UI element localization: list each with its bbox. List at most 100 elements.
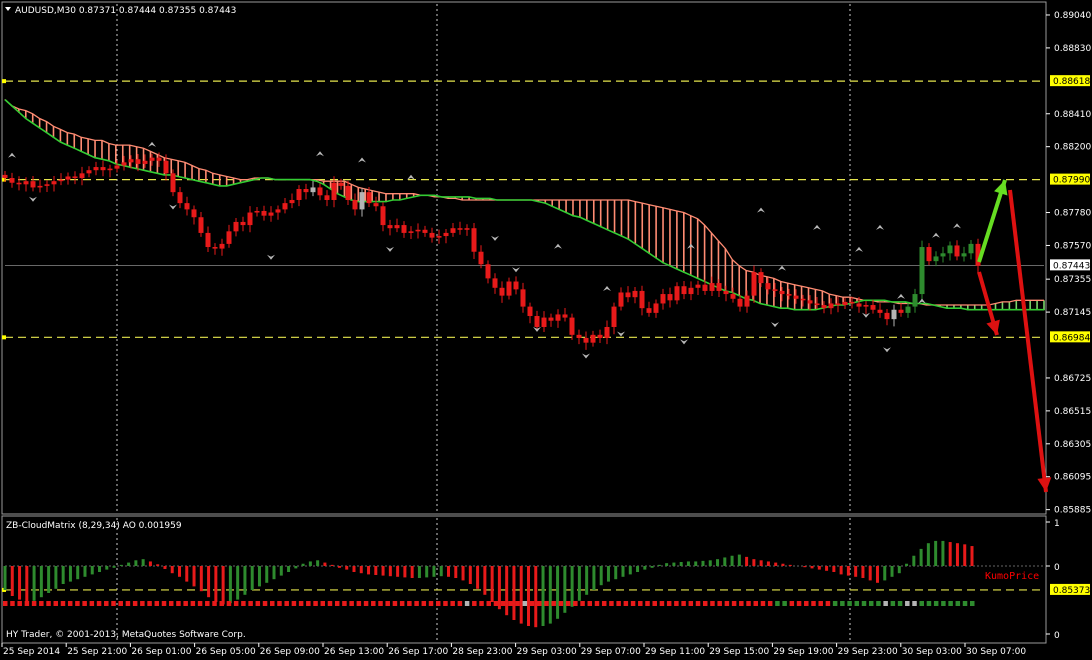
- time-tick-label: 25 Sep 2014: [3, 647, 60, 657]
- kumo-state-dot: [962, 601, 968, 606]
- candle-body: [268, 212, 274, 216]
- kumo-state-dot: [277, 601, 282, 606]
- candle-body: [877, 309, 883, 313]
- kumo-state-dot: [472, 601, 477, 606]
- candle-body: [590, 334, 596, 343]
- kumo-state-dot: [140, 601, 145, 606]
- candle-body: [422, 229, 428, 233]
- kumo-state-dot: [825, 601, 831, 606]
- candle-body: [485, 264, 491, 279]
- kumo-state-dot: [75, 601, 80, 606]
- candle-body: [100, 167, 106, 171]
- kumo-state-dot: [544, 601, 549, 606]
- kumo-state-dot: [970, 601, 975, 606]
- candle-body: [2, 174, 8, 179]
- candle-body: [646, 308, 652, 313]
- kumo-state-dot: [702, 601, 708, 606]
- candle-body: [331, 182, 337, 200]
- kumo-state-dot: [933, 601, 939, 606]
- kumo-state-dot: [897, 601, 903, 606]
- level-price-label: 0.87990: [1053, 176, 1090, 186]
- candle-body: [205, 232, 211, 248]
- candle-body: [618, 292, 624, 307]
- candle-body: [954, 245, 960, 257]
- candle-body: [667, 294, 673, 301]
- kumo-state-dot: [428, 601, 434, 606]
- kumo-state-dot: [753, 601, 759, 606]
- level-price-label: 0.88618: [1053, 77, 1090, 87]
- candle-body: [751, 272, 757, 296]
- candle-body: [44, 184, 50, 186]
- candle-body: [814, 303, 820, 306]
- kumo-state-dot: [183, 601, 188, 606]
- kumo-state-dot: [233, 601, 239, 606]
- time-tick-label: 25 Sep 21:00: [67, 647, 127, 657]
- candle-body: [156, 157, 162, 161]
- candle-body: [121, 162, 127, 166]
- candle-body: [9, 178, 15, 183]
- candle-body: [289, 199, 295, 204]
- level-handle-0: [2, 79, 6, 84]
- kumo-state-dot: [486, 601, 491, 606]
- candle-body: [891, 309, 897, 320]
- kumo-state-dot: [529, 601, 535, 606]
- kumo-state-dot: [601, 601, 607, 606]
- kumo-state-dot: [371, 601, 376, 606]
- candle-body: [926, 247, 932, 262]
- price-tick-label: 0.87780: [1054, 209, 1091, 219]
- kumo-state-dot: [551, 601, 556, 606]
- kumo-state-dot: [674, 601, 679, 606]
- candle-body: [898, 309, 904, 313]
- candle-body: [219, 243, 225, 249]
- candle-body: [856, 303, 862, 307]
- candle-body: [940, 253, 946, 257]
- candle-body: [415, 229, 421, 232]
- candle-body: [912, 294, 918, 307]
- price-tick-label: 0.86515: [1054, 407, 1091, 417]
- candle-body: [828, 303, 834, 309]
- kumo-state-dot: [493, 601, 499, 606]
- candle-body: [870, 305, 876, 310]
- candle-body: [723, 290, 729, 295]
- candle-body: [562, 314, 568, 318]
- candle-body: [681, 286, 687, 295]
- kumo-state-dot: [421, 601, 427, 606]
- kumo-state-dot: [861, 601, 867, 606]
- candle-body: [730, 294, 736, 299]
- candle-body: [513, 281, 519, 290]
- candle-body: [478, 251, 484, 265]
- candle-body: [387, 225, 393, 229]
- candle-body: [79, 173, 85, 179]
- kumo-state-dot: [154, 601, 160, 606]
- kumo-state-dot: [565, 601, 571, 606]
- sub-tick-label: 0: [1054, 631, 1060, 641]
- candle-body: [639, 290, 645, 309]
- kumo-state-dot: [219, 601, 224, 606]
- trading-chart[interactable]: 0.89040 0.88830 0.88410 0.88200 0.87780 0.875…: [0, 0, 1092, 660]
- kumo-state-dot: [876, 601, 881, 606]
- candle-body: [429, 232, 435, 238]
- kumo-state-dot: [111, 601, 116, 606]
- kumo-state-dot: [3, 601, 8, 606]
- price-tick-label: 0.86095: [1054, 473, 1091, 483]
- current-price-label: 0.87443: [1053, 261, 1090, 271]
- kumo-state-dot: [168, 601, 174, 606]
- candle-body: [653, 303, 659, 313]
- kumo-state-dot: [118, 601, 123, 606]
- time-tick-label: 29 Sep 07:00: [581, 647, 641, 657]
- level-handle-2: [2, 335, 6, 340]
- candle-body: [261, 210, 267, 216]
- kumo-state-dot: [60, 601, 66, 606]
- kumo-state-dot: [724, 601, 730, 606]
- candle-body: [380, 206, 386, 226]
- kumo-state-dot: [39, 601, 44, 606]
- candle-body: [184, 203, 190, 210]
- kumo-state-dot: [760, 601, 766, 606]
- kumo-state-dot: [905, 601, 910, 606]
- kumo-state-dot: [868, 601, 874, 606]
- kumo-state-dot: [53, 601, 59, 606]
- candle-body: [450, 228, 456, 233]
- kumo-state-dot: [594, 601, 600, 606]
- kumo-state-dot: [450, 601, 455, 606]
- candle-body: [240, 221, 246, 226]
